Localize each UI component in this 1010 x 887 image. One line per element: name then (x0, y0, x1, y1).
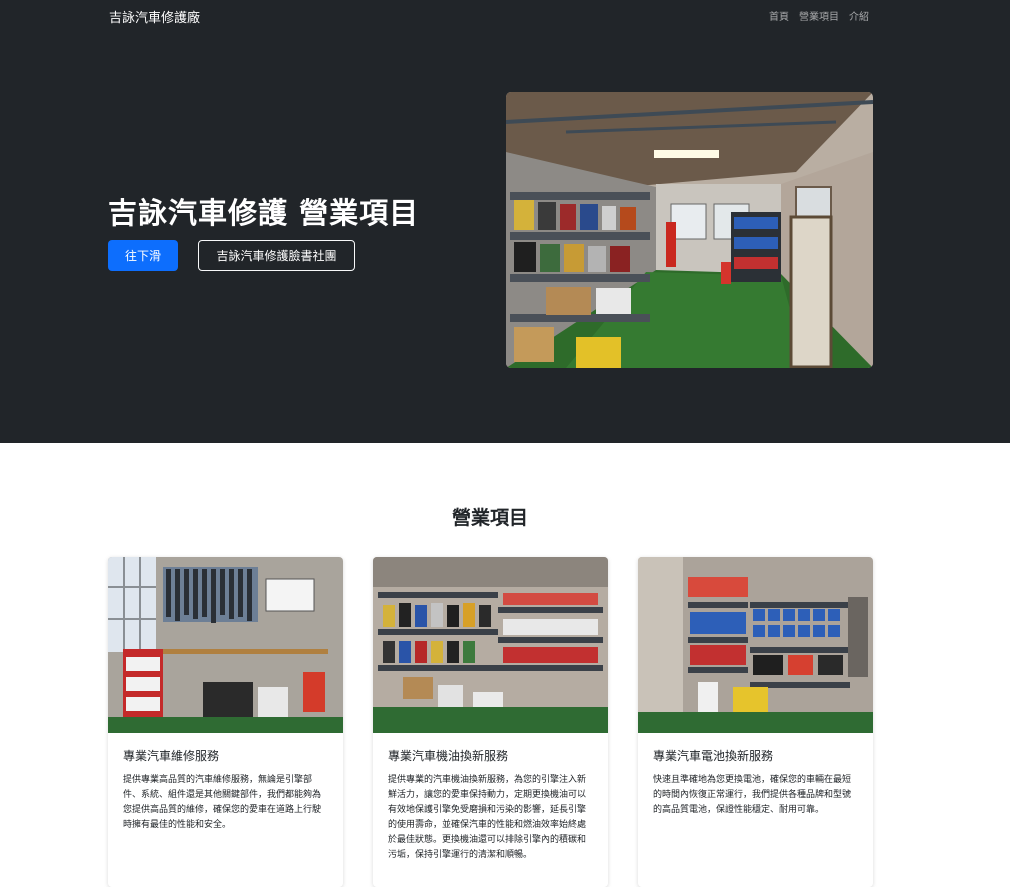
hero-section: 吉詠汽車修護 營業項目 往下滑 吉詠汽車修護臉書社團 (0, 30, 1010, 443)
nav-link-home[interactable]: 首頁 (769, 8, 789, 23)
hero-title: 吉詠汽車修護 營業項目 (108, 196, 420, 230)
facebook-group-button[interactable]: 吉詠汽車修護臉書社團 (198, 240, 355, 271)
services-heading: 營業項目 (451, 507, 528, 529)
service-card-text: 提供專業的汽車機油換新服務，為您的引擎注入新鮮活力，讓您的愛車保持動力，定期更換… (388, 775, 587, 860)
repair-workshop-photo (108, 557, 343, 733)
nav-link-services[interactable]: 營業項目 (799, 8, 839, 23)
navbar-brand[interactable]: 吉詠汽車修護廠 (109, 7, 200, 26)
hero-garage-photo (506, 92, 873, 368)
service-card-text: 快速且準確地為您更換電池，確保您的車輛在最短的時間內恢復正常運行，我們提供各種品… (653, 775, 852, 815)
nav-links: 首頁 營業項目 介紹 (769, 8, 869, 23)
nav-link-about[interactable]: 介紹 (849, 8, 869, 23)
service-card-text: 提供專業高品質的汽車維修服務，無論是引擎部件、系統、組件還是其他關鍵部件，我們都… (123, 775, 322, 830)
battery-shelves-photo (638, 557, 873, 733)
service-card-title: 專業汽車機油換新服務 (388, 749, 509, 763)
service-card-battery: 專業汽車電池換新服務 快速且準確地為您更換電池，確保您的車輛在最短的時間內恢復正… (638, 557, 873, 887)
service-card-title: 專業汽車電池換新服務 (653, 749, 774, 763)
oil-shelves-photo (373, 557, 608, 733)
service-card-oil: 專業汽車機油換新服務 提供專業的汽車機油換新服務，為您的引擎注入新鮮活力，讓您的… (373, 557, 608, 887)
scroll-down-button[interactable]: 往下滑 (108, 240, 178, 271)
service-card-repair: 專業汽車維修服務 提供專業高品質的汽車維修服務，無論是引擎部件、系統、組件還是其… (108, 557, 343, 887)
service-card-title: 專業汽車維修服務 (123, 749, 220, 763)
navbar: 吉詠汽車修護廠 首頁 營業項目 介紹 (0, 0, 1010, 30)
